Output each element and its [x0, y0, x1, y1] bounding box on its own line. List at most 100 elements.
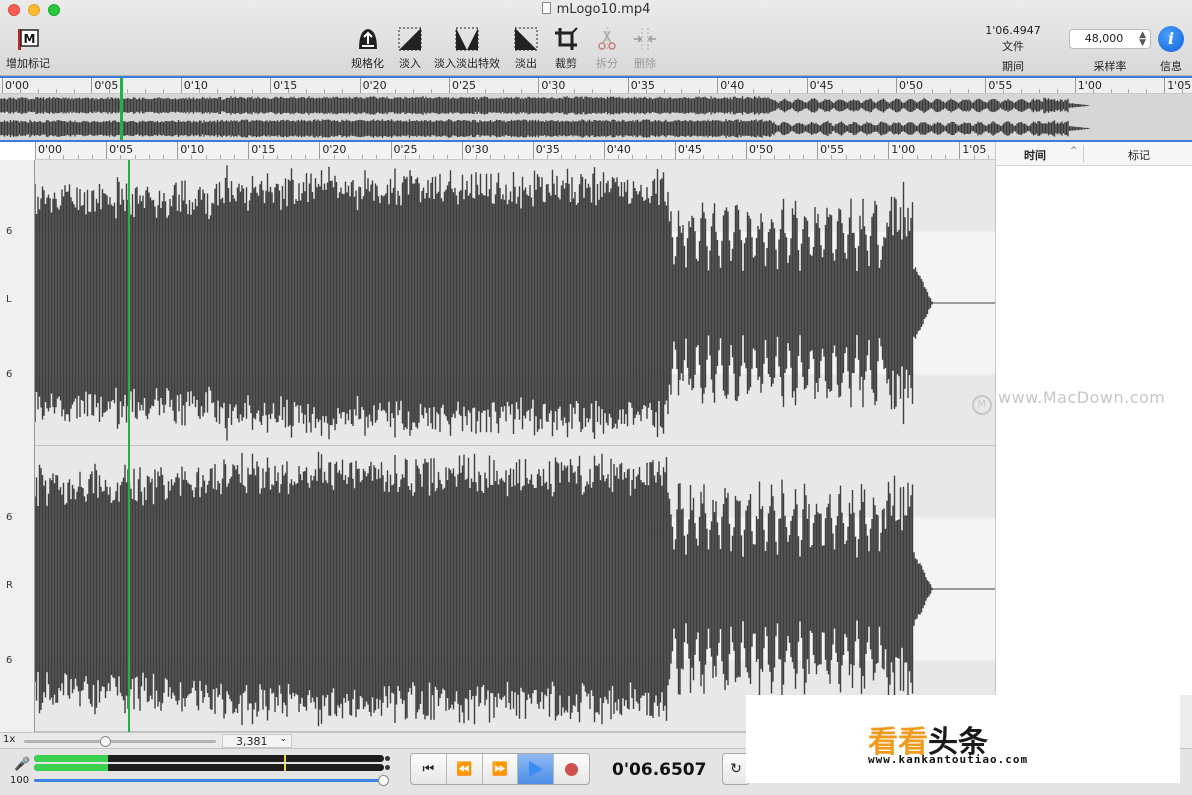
- fade-out-button[interactable]: 淡出: [513, 26, 539, 71]
- ruler-minor-tick: [717, 155, 719, 159]
- ruler-tick-label: 1'05: [1167, 79, 1192, 92]
- channel-waveforms[interactable]: [35, 160, 995, 732]
- info-icon: i: [1167, 29, 1175, 48]
- add-marker-label: 增加标记: [6, 57, 50, 70]
- title-bar: mLogo10.mp4 M 增加标记 规格化 淡入 淡入淡出特效 淡出 裁剪 拆…: [0, 0, 1192, 76]
- overview-playhead[interactable]: [120, 78, 123, 140]
- transport-controls: ⏮ ⏪ ⏩: [410, 753, 590, 785]
- ruler-minor-tick: [945, 155, 947, 159]
- ruler-minor-tick: [216, 89, 218, 93]
- clip-indicator-left[interactable]: [385, 756, 390, 761]
- stepper-arrows-icon[interactable]: ▲ ▼: [1139, 31, 1146, 48]
- ruler-minor-tick: [91, 155, 93, 159]
- ruler-minor-tick: [735, 89, 737, 93]
- left-level-meter: [34, 755, 384, 762]
- overview-strip[interactable]: 0'00 0'05 0'10 0'15 0'20 0'25 0'30 0'35 0'40 0'45…: [0, 76, 1192, 142]
- ruler-minor-tick: [518, 155, 520, 159]
- zoom-bar: 1x 3,381 ⌄: [0, 732, 746, 748]
- markers-panel: 时间 ^ 标记: [995, 142, 1192, 695]
- play-button[interactable]: [518, 754, 555, 784]
- overview-left-waveform[interactable]: [0, 96, 1090, 115]
- column-divider[interactable]: [1083, 145, 1084, 163]
- ruler-minor-tick: [162, 155, 164, 159]
- ruler-minor-tick: [305, 155, 307, 159]
- ruler-minor-tick: [973, 155, 975, 159]
- microphone-icon: 🎤: [14, 757, 31, 772]
- ruler-minor-tick: [376, 155, 378, 159]
- ruler-minor-tick: [731, 155, 733, 159]
- markers-header: 时间 ^ 标记: [996, 142, 1192, 166]
- sort-ascending-icon[interactable]: ^: [1070, 146, 1078, 156]
- ruler-minor-tick: [770, 89, 772, 93]
- sample-rate-label: 采样率: [1093, 60, 1127, 73]
- ruler-tick-label: 0'25: [452, 79, 477, 92]
- zoom-level-popup[interactable]: 3,381 ⌄: [222, 734, 292, 748]
- ruler-minor-tick: [1039, 89, 1041, 93]
- ruler-minor-tick: [502, 89, 504, 93]
- ruler-tick-label: 1'00: [1077, 79, 1102, 92]
- marker-column-header[interactable]: 标记: [1128, 147, 1150, 163]
- ruler-major-tick: [806, 78, 808, 93]
- crop-button[interactable]: 裁剪: [553, 26, 579, 71]
- zoom-slider-track[interactable]: [24, 740, 216, 743]
- zoom-slider-knob[interactable]: [99, 736, 111, 747]
- ruler-minor-tick: [475, 155, 477, 159]
- fast-forward-button[interactable]: ⏩: [483, 754, 519, 784]
- overview-right-waveform[interactable]: [0, 119, 1090, 138]
- rewind-button[interactable]: ⏪: [447, 754, 483, 784]
- delete-button[interactable]: 删除: [632, 26, 658, 71]
- ruler-minor-tick: [873, 155, 875, 159]
- ruler-minor-tick: [902, 155, 904, 159]
- right-level-meter: [34, 764, 384, 771]
- ruler-minor-tick: [466, 89, 468, 93]
- ruler-minor-tick: [219, 155, 221, 159]
- ruler-minor-tick: [341, 89, 343, 93]
- rewind-icon: ⏪: [456, 761, 473, 777]
- ruler-minor-tick: [1128, 89, 1130, 93]
- ruler-minor-tick: [404, 155, 406, 159]
- delete-label: 删除: [634, 57, 656, 70]
- current-time-readout: 0'06.6507: [612, 760, 707, 780]
- volume-slider-knob[interactable]: [378, 775, 389, 786]
- volume-slider-track[interactable]: [34, 779, 384, 782]
- waveform-editor[interactable]: 0'00 0'05 0'10 0'15 0'20 0'25 0'30 0'35 0'40 0'45…: [0, 142, 1018, 732]
- ruler-minor-tick: [831, 155, 833, 159]
- fade-out-icon: [514, 27, 538, 51]
- fade-in-button[interactable]: 淡入: [397, 26, 423, 71]
- record-button[interactable]: [554, 754, 589, 784]
- ruler-minor-tick: [205, 155, 207, 159]
- duration-source: 文件: [1002, 40, 1024, 53]
- fade-out-label: 淡出: [515, 57, 537, 70]
- ruler-minor-tick: [931, 89, 933, 93]
- crop-icon: [555, 27, 578, 50]
- ruler-minor-tick: [949, 89, 951, 93]
- ruler-tick-label: 0'30: [541, 79, 566, 92]
- ruler-minor-tick: [774, 155, 776, 159]
- timeline-ruler[interactable]: 0'00 0'05 0'10 0'15 0'20 0'25 0'30 0'35 0'40 0'45…: [35, 142, 1018, 160]
- go-to-start-button[interactable]: ⏮: [411, 754, 447, 784]
- clip-indicator-right[interactable]: [385, 765, 390, 770]
- ruler-minor-tick: [276, 155, 278, 159]
- ruler-minor-tick: [699, 89, 701, 93]
- ruler-minor-tick: [234, 155, 236, 159]
- overview-waveform[interactable]: [0, 94, 1192, 140]
- info-button[interactable]: i: [1158, 26, 1184, 52]
- ruler-minor-tick: [377, 89, 379, 93]
- split-button[interactable]: 拆分: [594, 26, 620, 71]
- left-channel-label: L: [6, 294, 12, 305]
- sample-rate-stepper[interactable]: 48,000 ▲ ▼: [1069, 29, 1151, 49]
- time-column-header[interactable]: 时间: [1024, 147, 1046, 163]
- ruler-tick-label: 0'15: [273, 79, 298, 92]
- ruler-tick-label: 0'00: [5, 79, 30, 92]
- add-marker-button[interactable]: M 增加标记: [6, 26, 50, 71]
- overview-ruler[interactable]: 0'00 0'05 0'10 0'15 0'20 0'25 0'30 0'35 0'40 0'45…: [0, 78, 1192, 94]
- normalize-button[interactable]: 规格化: [351, 26, 384, 71]
- ruler-minor-tick: [752, 89, 754, 93]
- crossfade-button[interactable]: 淡入淡出特效: [434, 26, 500, 71]
- ruler-minor-tick: [433, 155, 435, 159]
- ruler-minor-tick: [520, 89, 522, 93]
- playhead[interactable]: [128, 160, 130, 732]
- ruler-minor-tick: [916, 155, 918, 159]
- zoom-multiplier: 1x: [3, 734, 16, 745]
- chevron-down-icon: ⌄: [279, 734, 287, 744]
